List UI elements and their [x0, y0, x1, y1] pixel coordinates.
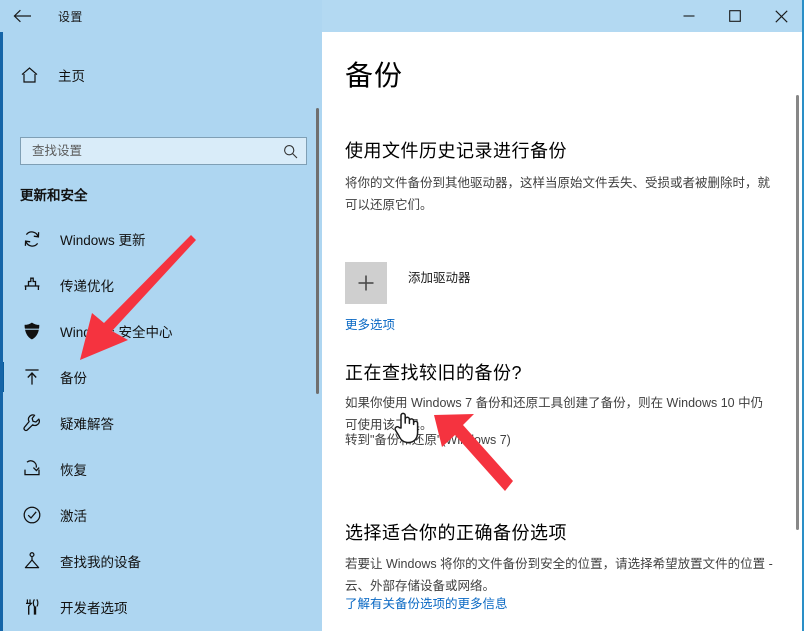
sidebar: 主页 更新和安全 Windows 更新 — [0, 32, 322, 631]
close-icon — [774, 9, 788, 23]
section-heading-file-history: 使用文件历史记录进行备份 — [345, 141, 567, 161]
sidebar-item-delivery-optimization[interactable]: 传递优化 — [0, 267, 315, 303]
delivery-optimization-icon — [20, 273, 44, 297]
sidebar-item-windows-update[interactable]: Windows 更新 — [0, 221, 315, 257]
content-scrollbar[interactable] — [796, 95, 799, 530]
sidebar-item-recovery[interactable]: 恢复 — [0, 451, 315, 487]
learn-more-backup-options-link[interactable]: 了解有关备份选项的更多信息 — [345, 593, 508, 612]
search-input[interactable] — [21, 138, 274, 164]
section-heading-backup-options: 选择适合你的正确备份选项 — [345, 523, 567, 543]
sidebar-item-activation[interactable]: 激活 — [0, 497, 315, 533]
home-icon — [20, 66, 46, 84]
recovery-icon — [20, 457, 44, 481]
check-circle-icon — [20, 503, 44, 527]
sidebar-item-label: 疑难解答 — [60, 417, 114, 432]
sidebar-item-label: 传递优化 — [60, 279, 114, 294]
location-pin-icon — [20, 549, 44, 573]
section-body-backup-options: 若要让 Windows 将你的文件备份到安全的位置，请选择希望放置文件的位置 -… — [345, 557, 773, 593]
maximize-button[interactable] — [712, 0, 758, 32]
sidebar-item-label: 查找我的设备 — [60, 555, 141, 570]
sidebar-item-troubleshoot[interactable]: 疑难解答 — [0, 405, 315, 441]
sidebar-item-home[interactable]: 主页 — [0, 58, 322, 92]
sidebar-item-label: 激活 — [60, 509, 87, 524]
search-box[interactable] — [20, 137, 307, 165]
title-bar: 设置 — [0, 0, 804, 32]
sidebar-item-developer-options[interactable]: 开发者选项 — [0, 589, 315, 625]
window-controls — [666, 0, 804, 32]
section-heading-older-backup: 正在查找较旧的备份? — [345, 363, 523, 383]
add-drive-label: 添加驱动器 — [408, 271, 471, 285]
shield-icon — [20, 319, 44, 343]
settings-window: 设置 主页 查找设置 更新和安全 Windows 更新 传递优化 Windows… — [0, 0, 804, 631]
sidebar-group-heading: 更新和安全 — [20, 188, 88, 203]
wrench-icon — [20, 411, 44, 435]
add-drive-button[interactable]: 添加驱动器 — [345, 262, 471, 304]
sidebar-item-windows-security[interactable]: Windows 安全中心 — [0, 313, 315, 349]
sidebar-item-label: Windows 更新 — [60, 233, 146, 248]
sidebar-left-accent-edge — [0, 32, 3, 631]
minimize-button[interactable] — [666, 0, 712, 32]
back-button[interactable] — [0, 0, 44, 32]
sidebar-scrollbar[interactable] — [316, 108, 319, 394]
backup-and-restore-win7-link[interactable]: 转到"备份和还原"(Windows 7) — [345, 429, 511, 448]
maximize-icon — [729, 10, 741, 22]
search-icon — [281, 142, 299, 160]
sidebar-item-find-my-device[interactable]: 查找我的设备 — [0, 543, 315, 579]
sidebar-item-label: 备份 — [60, 371, 87, 386]
sidebar-item-label: Windows 安全中心 — [60, 325, 173, 340]
plus-icon — [345, 262, 387, 304]
sidebar-item-backup[interactable]: 备份 — [0, 359, 315, 395]
section-body-file-history: 将你的文件备份到其他驱动器，这样当原始文件丢失、受损或者被删除时，就可以还原它们… — [345, 176, 771, 212]
developer-tools-icon — [20, 595, 44, 619]
more-options-link[interactable]: 更多选项 — [345, 314, 395, 333]
backup-upload-icon — [20, 365, 44, 389]
refresh-icon — [20, 227, 44, 251]
sidebar-item-label: 开发者选项 — [60, 601, 128, 616]
page-title: 备份 — [345, 60, 404, 91]
back-arrow-icon — [13, 9, 32, 23]
main-content: 备份 使用文件历史记录进行备份 将你的文件备份到其他驱动器，这样当原始文件丢失、… — [322, 32, 804, 631]
app-title: 设置 — [58, 9, 83, 24]
sidebar-item-label: 恢复 — [60, 463, 87, 478]
sidebar-item-home-label: 主页 — [58, 69, 85, 84]
title-bar-left: 设置 — [0, 0, 322, 32]
minimize-icon — [683, 10, 695, 22]
close-button[interactable] — [758, 0, 804, 32]
